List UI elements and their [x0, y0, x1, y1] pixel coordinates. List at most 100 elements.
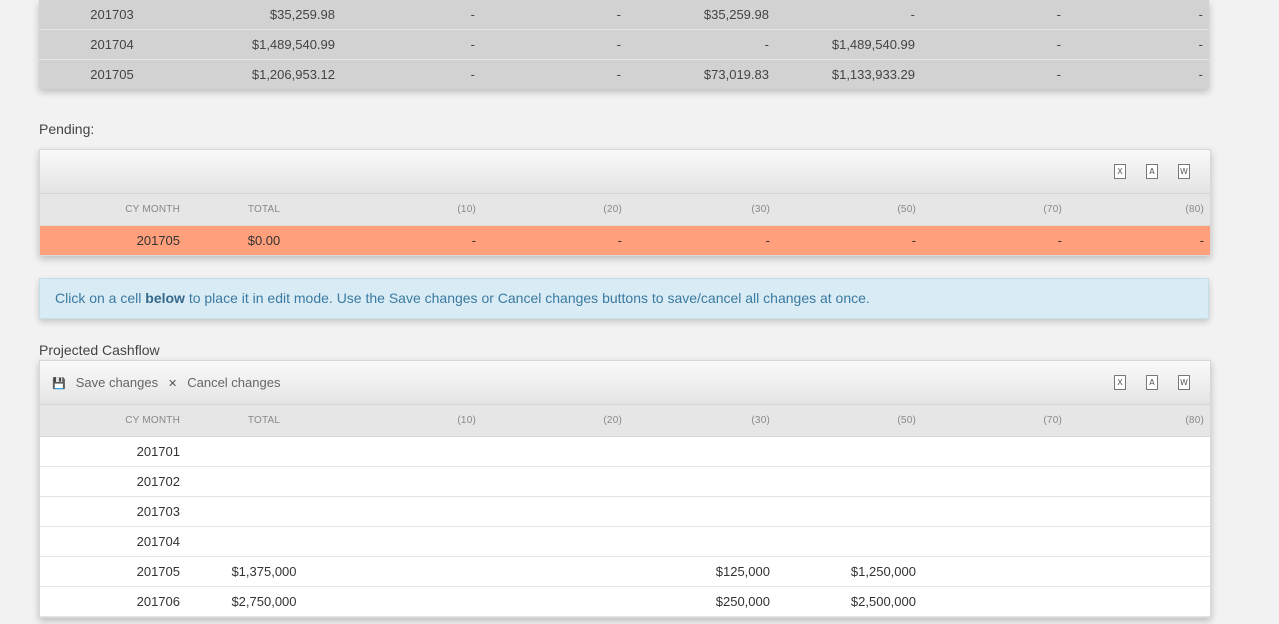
actuals-cell: $1,489,540.99	[185, 29, 341, 60]
pending-cell: $0.00	[186, 225, 342, 255]
pending-column-header[interactable]: CY MONTH	[40, 194, 186, 226]
projected-cell[interactable]	[342, 436, 482, 467]
projected-cell[interactable]	[1068, 556, 1210, 587]
actuals-cell: $73,019.83	[703, 67, 769, 82]
pdf-export-icon[interactable]: A	[1146, 375, 1158, 390]
save-changes-button[interactable]: 💾 Save changes	[52, 361, 158, 404]
projected-cell[interactable]	[628, 526, 776, 557]
projected-cell[interactable]	[922, 496, 1068, 527]
close-icon: ✕	[168, 378, 178, 390]
cancel-changes-button[interactable]: ✕ Cancel changes	[168, 361, 280, 404]
projected-column-header[interactable]: (20)	[482, 405, 628, 437]
actuals-cell: -	[481, 29, 627, 60]
projected-column-header[interactable]: TOTAL	[186, 405, 342, 437]
projected-cell[interactable]: $125,000	[628, 556, 776, 587]
projected-cell[interactable]	[1068, 436, 1210, 467]
projected-cell[interactable]	[482, 556, 628, 587]
projected-cell[interactable]	[776, 436, 922, 467]
actuals-cell: 201703	[39, 0, 185, 30]
actuals-cell: $1,133,933.29	[831, 67, 915, 82]
projected-cell[interactable]	[342, 466, 482, 497]
projected-cell[interactable]	[628, 466, 776, 497]
projected-cell[interactable]	[186, 436, 342, 467]
projected-cell[interactable]	[628, 436, 776, 467]
pdf-export-icon[interactable]: A	[1146, 164, 1158, 179]
projected-cell[interactable]	[482, 586, 628, 617]
projected-cell[interactable]: 201706	[40, 586, 186, 617]
projected-column-header[interactable]: (30)	[628, 405, 776, 437]
excel-export-icon[interactable]: X	[1114, 375, 1126, 390]
projected-cell[interactable]: $1,375,000	[186, 556, 342, 587]
projected-cell[interactable]: $2,750,000	[186, 586, 342, 617]
pending-column-header[interactable]: (30)	[628, 194, 776, 226]
projected-cell[interactable]	[922, 586, 1068, 617]
cancel-changes-label: Cancel changes	[187, 375, 281, 390]
pending-cell: -	[482, 225, 628, 255]
pending-column-header[interactable]: (20)	[482, 194, 628, 226]
projected-column-header[interactable]: (70)	[922, 405, 1068, 437]
projected-cell[interactable]	[1068, 466, 1210, 497]
pending-table: CY MONTH TOTAL (10) (20) (30) (50) (70) (80) 20…	[40, 194, 1210, 255]
table-row: 201706 $2,750,000 $250,000 $2,500,000	[40, 586, 1210, 617]
projected-cell[interactable]	[922, 466, 1068, 497]
projected-cell[interactable]	[482, 526, 628, 557]
projected-cell[interactable]: $250,000	[628, 586, 776, 617]
projected-cell[interactable]	[482, 436, 628, 467]
projected-cell[interactable]	[776, 496, 922, 527]
pending-label: Pending:	[39, 121, 95, 137]
projected-cell[interactable]: $2,500,000	[776, 586, 922, 617]
projected-cell[interactable]	[922, 526, 1068, 557]
projected-column-header[interactable]: (80)	[1068, 405, 1210, 437]
pending-cell: -	[1068, 225, 1210, 255]
projected-cell[interactable]: 201704	[40, 526, 186, 557]
projected-cell[interactable]	[342, 496, 482, 527]
table-row: 201702	[40, 466, 1210, 497]
table-row: 201705 $1,206,953.12 - - $73,019.83 $1,133,93…	[39, 60, 1209, 90]
excel-export-icon[interactable]: X	[1114, 164, 1126, 179]
pending-column-header[interactable]: TOTAL	[186, 194, 342, 226]
projected-cell[interactable]: 201701	[40, 436, 186, 467]
projected-cell[interactable]	[342, 586, 482, 617]
projected-cell[interactable]: 201705	[40, 556, 186, 587]
projected-column-header[interactable]: (50)	[776, 405, 922, 437]
projected-cell[interactable]	[186, 466, 342, 497]
pending-toolbar: X A W	[40, 150, 1210, 194]
actuals-cell: -	[1056, 67, 1061, 82]
projected-cell[interactable]	[1068, 526, 1210, 557]
actuals-cell: -	[921, 0, 1067, 30]
projected-toolbar: 💾 Save changes ✕ Cancel changes X A W	[40, 361, 1210, 405]
word-export-icon[interactable]: W	[1178, 375, 1190, 390]
actuals-cell: -	[1067, 29, 1209, 60]
info-prefix: Click on a cell	[55, 290, 146, 306]
actuals-cell: $1,489,540.99	[775, 29, 921, 60]
projected-cell[interactable]	[922, 436, 1068, 467]
actuals-cell: 201704	[39, 29, 185, 60]
projected-column-header[interactable]: CY MONTH	[40, 405, 186, 437]
projected-cell[interactable]	[1068, 586, 1210, 617]
projected-cell[interactable]	[482, 496, 628, 527]
pending-column-header[interactable]: (70)	[922, 194, 1068, 226]
projected-cell[interactable]: $1,250,000	[776, 556, 922, 587]
projected-cell[interactable]: 201702	[40, 466, 186, 497]
projected-cell[interactable]	[186, 526, 342, 557]
projected-cell[interactable]	[342, 556, 482, 587]
projected-cell[interactable]	[186, 496, 342, 527]
actuals-cell: -	[1067, 0, 1209, 30]
projected-cell[interactable]	[482, 466, 628, 497]
projected-column-header[interactable]: (10)	[342, 405, 482, 437]
actuals-cell: -	[921, 29, 1067, 60]
actuals-cell: -	[1198, 67, 1203, 82]
projected-cell[interactable]	[922, 556, 1068, 587]
projected-cell[interactable]	[776, 526, 922, 557]
actuals-cell: $35,259.98	[627, 0, 775, 30]
projected-label: Projected Cashflow	[39, 342, 160, 358]
projected-cell[interactable]: 201703	[40, 496, 186, 527]
projected-cell[interactable]	[628, 496, 776, 527]
pending-column-header[interactable]: (10)	[342, 194, 482, 226]
word-export-icon[interactable]: W	[1178, 164, 1190, 179]
pending-column-header[interactable]: (50)	[776, 194, 922, 226]
projected-cell[interactable]	[776, 466, 922, 497]
projected-cell[interactable]	[342, 526, 482, 557]
projected-cell[interactable]	[1068, 496, 1210, 527]
pending-column-header[interactable]: (80)	[1068, 194, 1210, 226]
